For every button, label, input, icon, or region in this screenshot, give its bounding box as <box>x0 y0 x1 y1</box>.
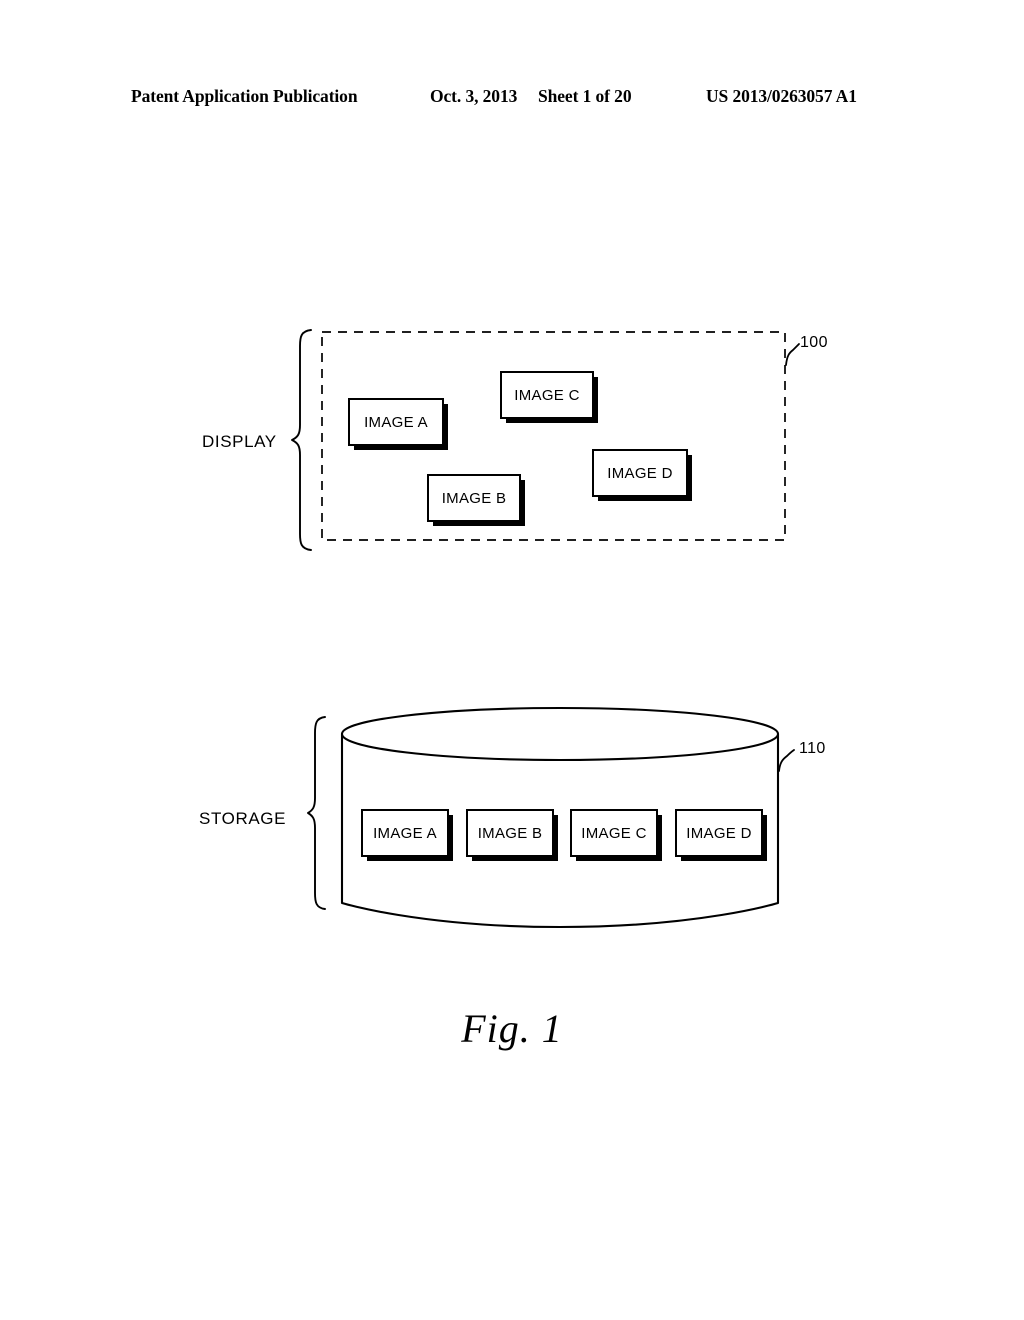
display-image-box-label: IMAGE C <box>514 386 580 404</box>
display-brace <box>291 329 312 551</box>
storage-image-box-label: IMAGE A <box>373 824 437 842</box>
storage-image-box[interactable]: IMAGE A <box>361 809 449 857</box>
storage-image-box[interactable]: IMAGE B <box>466 809 554 857</box>
figure-caption-text: Fig. 1 <box>461 1006 563 1051</box>
display-image-box[interactable]: IMAGE A <box>348 398 444 446</box>
storage-image-box-label: IMAGE C <box>581 824 647 842</box>
storage-image-box-label: IMAGE D <box>686 824 752 842</box>
display-section-label: DISPLAY <box>202 432 277 451</box>
figure-caption: Fig. 1 <box>0 1005 1024 1052</box>
display-image-box[interactable]: IMAGE B <box>427 474 521 522</box>
storage-section-label: STORAGE <box>199 809 287 828</box>
display-image-box-label: IMAGE D <box>607 464 673 482</box>
display-reference-numeral: 100 <box>800 334 828 351</box>
storage-ref-leader-line <box>778 749 795 772</box>
storage-reference-numeral: 110 <box>799 740 826 757</box>
storage-brace <box>307 716 326 910</box>
figure-1: DISPLAY 100 IMAGE A IMAGE B IMAGE C IMAG… <box>0 0 1024 1320</box>
display-ref-leader-line <box>785 343 800 366</box>
storage-image-box[interactable]: IMAGE C <box>570 809 658 857</box>
storage-image-box[interactable]: IMAGE D <box>675 809 763 857</box>
storage-image-box-label: IMAGE B <box>477 824 543 842</box>
storage-cylinder-top-ellipse <box>340 706 780 762</box>
display-image-box[interactable]: IMAGE C <box>500 371 594 419</box>
display-image-box-label: IMAGE A <box>364 413 428 431</box>
display-image-box[interactable]: IMAGE D <box>592 449 688 497</box>
display-image-box-label: IMAGE B <box>441 489 507 507</box>
figure-line-art <box>291 329 800 929</box>
